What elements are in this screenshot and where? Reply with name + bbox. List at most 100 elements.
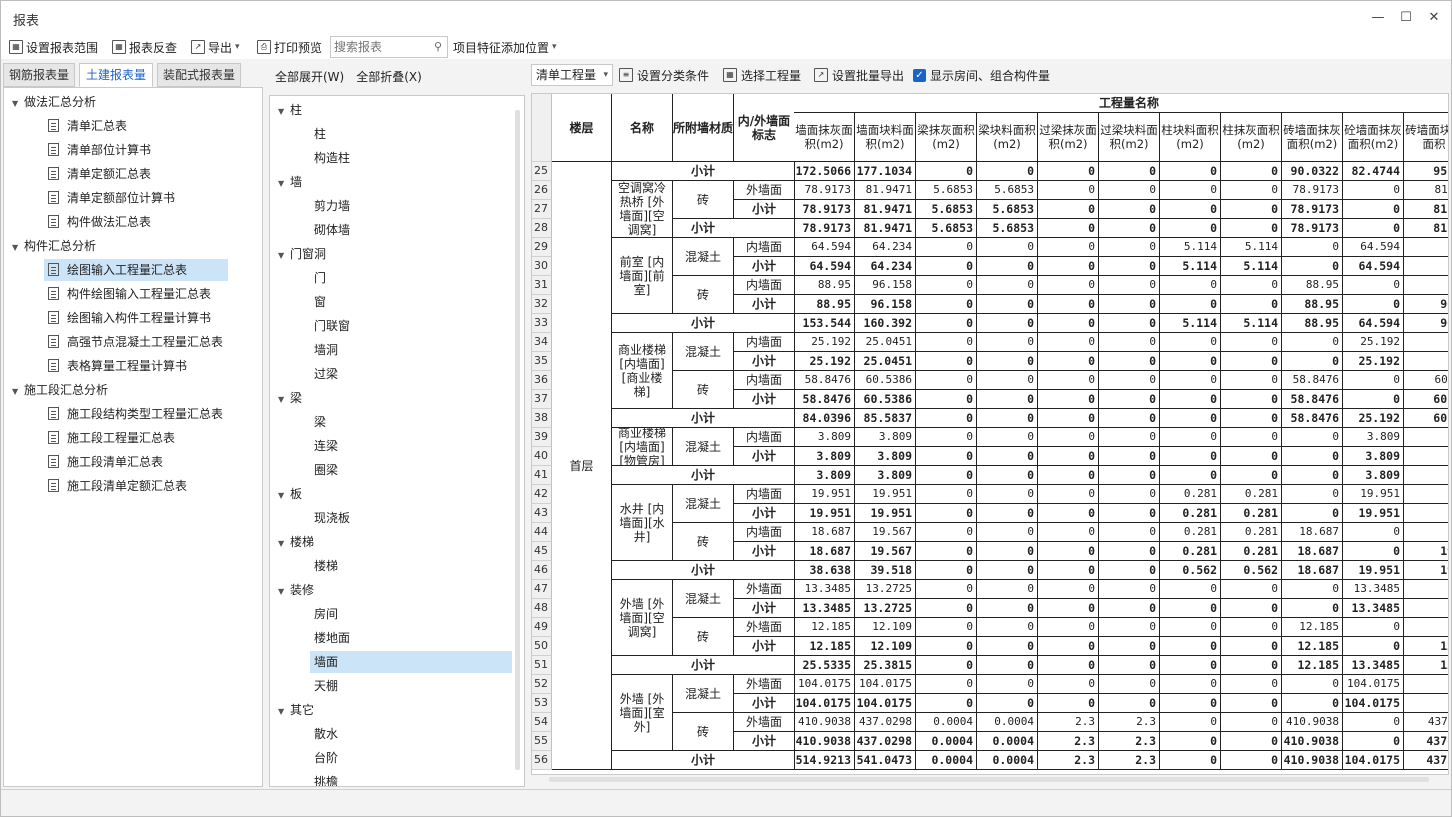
category-tree-group[interactable]: ▼ 楼梯 — [278, 531, 314, 553]
category-tree-item[interactable]: 构造柱 — [310, 147, 350, 169]
document-icon — [48, 407, 59, 420]
value-cell: 0.281 — [1160, 504, 1221, 523]
report-tree-group-label: 构件汇总分析 — [24, 239, 97, 253]
category-tree-item[interactable]: 天棚 — [310, 675, 338, 697]
report-tree-item[interactable]: 构件做法汇总表 — [44, 211, 151, 233]
value-cell: 0 — [1038, 618, 1099, 637]
report-tree-group[interactable]: ▼ 施工段汇总分析 — [12, 379, 108, 401]
column-header: 砖墙面抹灰面积(m2) — [1282, 113, 1343, 162]
report-tree-item[interactable]: 施工段清单汇总表 — [44, 451, 163, 473]
category-tree-item[interactable]: 墙面 — [310, 651, 512, 673]
category-tree-item[interactable]: 楼梯 — [310, 555, 338, 577]
value-cell: 0 — [1160, 713, 1221, 732]
set-category-button[interactable]: ≡ 设置分类条件 — [619, 63, 709, 87]
close-button[interactable]: ✕ — [1423, 7, 1445, 29]
report-tree-group[interactable]: ▼ 做法汇总分析 — [12, 91, 96, 113]
report-tree-item[interactable]: 施工段结构类型工程量汇总表 — [44, 403, 223, 425]
window-title: 报表 — [13, 14, 40, 29]
category-tree-item[interactable]: 柱 — [310, 123, 326, 145]
report-tree-item[interactable]: 绘图输入构件工程量计算书 — [44, 307, 211, 329]
report-tree-item[interactable]: 施工段工程量汇总表 — [44, 427, 175, 449]
table-icon: ▦ — [112, 40, 126, 54]
category-tree-group[interactable]: ▼ 梁 — [278, 387, 302, 409]
report-tree-item[interactable]: 绘图输入工程量汇总表 — [44, 259, 228, 281]
category-tree-group[interactable]: ▼ 板 — [278, 483, 302, 505]
set-range-button[interactable]: ▦ 设置报表范围 — [9, 37, 98, 57]
report-tree-item[interactable]: 清单定额汇总表 — [44, 163, 151, 185]
maximize-button[interactable]: ☐ — [1395, 7, 1417, 29]
value-cell: 0.281 — [1221, 504, 1282, 523]
value-cell: 0 — [1160, 466, 1221, 485]
category-tree-item[interactable]: 挑檐 — [310, 771, 338, 786]
minimize-button[interactable]: — — [1367, 7, 1389, 29]
tab-rebar[interactable]: 钢筋报表量 — [3, 63, 75, 87]
tab-civil[interactable]: 土建报表量 — [79, 63, 153, 87]
report-tree-item[interactable]: 清单定额部位计算书 — [44, 187, 175, 209]
quantity-type-select[interactable]: 清单工程量 ▾ — [531, 64, 613, 86]
report-tree-item[interactable]: 构件绘图输入工程量汇总表 — [44, 283, 211, 305]
row-number: 52 — [532, 675, 552, 694]
category-tree-item-label: 门 — [314, 271, 327, 285]
print-preview-button[interactable]: ⎙ 打印预览 — [257, 37, 322, 57]
value-cell: 19.951 — [855, 485, 916, 504]
category-tree-item[interactable]: 门 — [310, 267, 326, 289]
value-cell: 0.281 — [1221, 542, 1282, 561]
value-cell: 0 — [1221, 713, 1282, 732]
category-tree-item[interactable]: 梁 — [310, 411, 326, 433]
material-cell: 砖 — [673, 276, 734, 314]
print-preview-label: 打印预览 — [274, 40, 323, 55]
export-button[interactable]: ↗ 导出 ▾ — [191, 37, 240, 57]
category-tree-group[interactable]: ▼ 其它 — [278, 699, 314, 721]
value-cell: 437.0 — [1404, 732, 1448, 751]
batch-export-button[interactable]: ↗ 设置批量导出 — [814, 63, 904, 87]
category-tree-item[interactable]: 圈梁 — [310, 459, 338, 481]
category-tree-item[interactable]: 台阶 — [310, 747, 338, 769]
row-number: 55 — [532, 732, 552, 751]
category-tree-item[interactable]: 砌体墙 — [310, 219, 350, 241]
category-tree-group[interactable]: ▼ 装修 — [278, 579, 314, 601]
category-tree-item[interactable]: 散水 — [310, 723, 338, 745]
vertical-scrollbar[interactable] — [515, 110, 520, 770]
category-tree-item[interactable]: 剪力墙 — [310, 195, 350, 217]
report-tree-group[interactable]: ▼ 构件汇总分析 — [12, 235, 96, 257]
select-quantity-button[interactable]: ▦ 选择工程量 — [723, 63, 801, 87]
collapse-all-button[interactable]: 全部折叠(X) — [356, 68, 422, 85]
category-tree-group[interactable]: ▼ 门窗洞 — [278, 243, 326, 265]
show-rooms-checkbox[interactable]: ✓ 显示房间、组合构件量 — [913, 63, 1050, 87]
report-tree-item[interactable]: 高强节点混凝土工程量汇总表 — [44, 331, 223, 353]
expand-all-button[interactable]: 全部展开(W) — [275, 68, 344, 85]
report-search: ⚲ — [330, 36, 448, 58]
report-tree-item[interactable]: 表格算量工程量计算书 — [44, 355, 187, 377]
category-tree-item[interactable]: 楼地面 — [310, 627, 350, 649]
value-cell: 19 — [1404, 523, 1448, 542]
category-tree-item[interactable]: 现浇板 — [310, 507, 350, 529]
report-tree-item-label: 构件绘图输入工程量汇总表 — [67, 287, 212, 301]
category-tree-item[interactable]: 连梁 — [310, 435, 338, 457]
category-tree-group[interactable]: ▼ 柱 — [278, 99, 302, 121]
value-cell: 0 — [1038, 694, 1099, 713]
category-tree-group[interactable]: ▼ 墙 — [278, 171, 302, 193]
floor-cell: 首层 — [552, 162, 612, 770]
value-cell: 2.3 — [1038, 713, 1099, 732]
material-cell: 混凝土 — [673, 428, 734, 466]
search-icon[interactable]: ⚲ — [434, 40, 442, 53]
reverse-check-button[interactable]: ▦ 报表反查 — [112, 37, 177, 57]
value-cell: 0 — [1038, 162, 1099, 181]
horizontal-scrollbar[interactable] — [549, 777, 1429, 782]
report-tree-item[interactable]: 施工段清单定额汇总表 — [44, 475, 187, 497]
category-tree-item[interactable]: 门联窗 — [310, 315, 350, 337]
category-tree-item[interactable]: 房间 — [310, 603, 338, 625]
report-tree-item[interactable]: 清单部位计算书 — [44, 139, 151, 161]
category-tree-item[interactable]: 窗 — [310, 291, 326, 313]
value-cell: 78.9173 — [794, 200, 855, 219]
value-cell: 0 — [1343, 295, 1404, 314]
value-cell: 96.158 — [855, 295, 916, 314]
tab-prefab[interactable]: 装配式报表量 — [157, 63, 241, 87]
feature-position-dropdown[interactable]: 项目特征添加位置 ▾ — [453, 37, 557, 57]
value-cell: 96.158 — [855, 276, 916, 295]
category-tree-item[interactable]: 墙洞 — [310, 339, 338, 361]
search-input[interactable] — [331, 37, 427, 57]
report-tree-item[interactable]: 清单汇总表 — [44, 115, 127, 137]
category-tree-item[interactable]: 过梁 — [310, 363, 338, 385]
value-cell: 2.3 — [1038, 732, 1099, 751]
